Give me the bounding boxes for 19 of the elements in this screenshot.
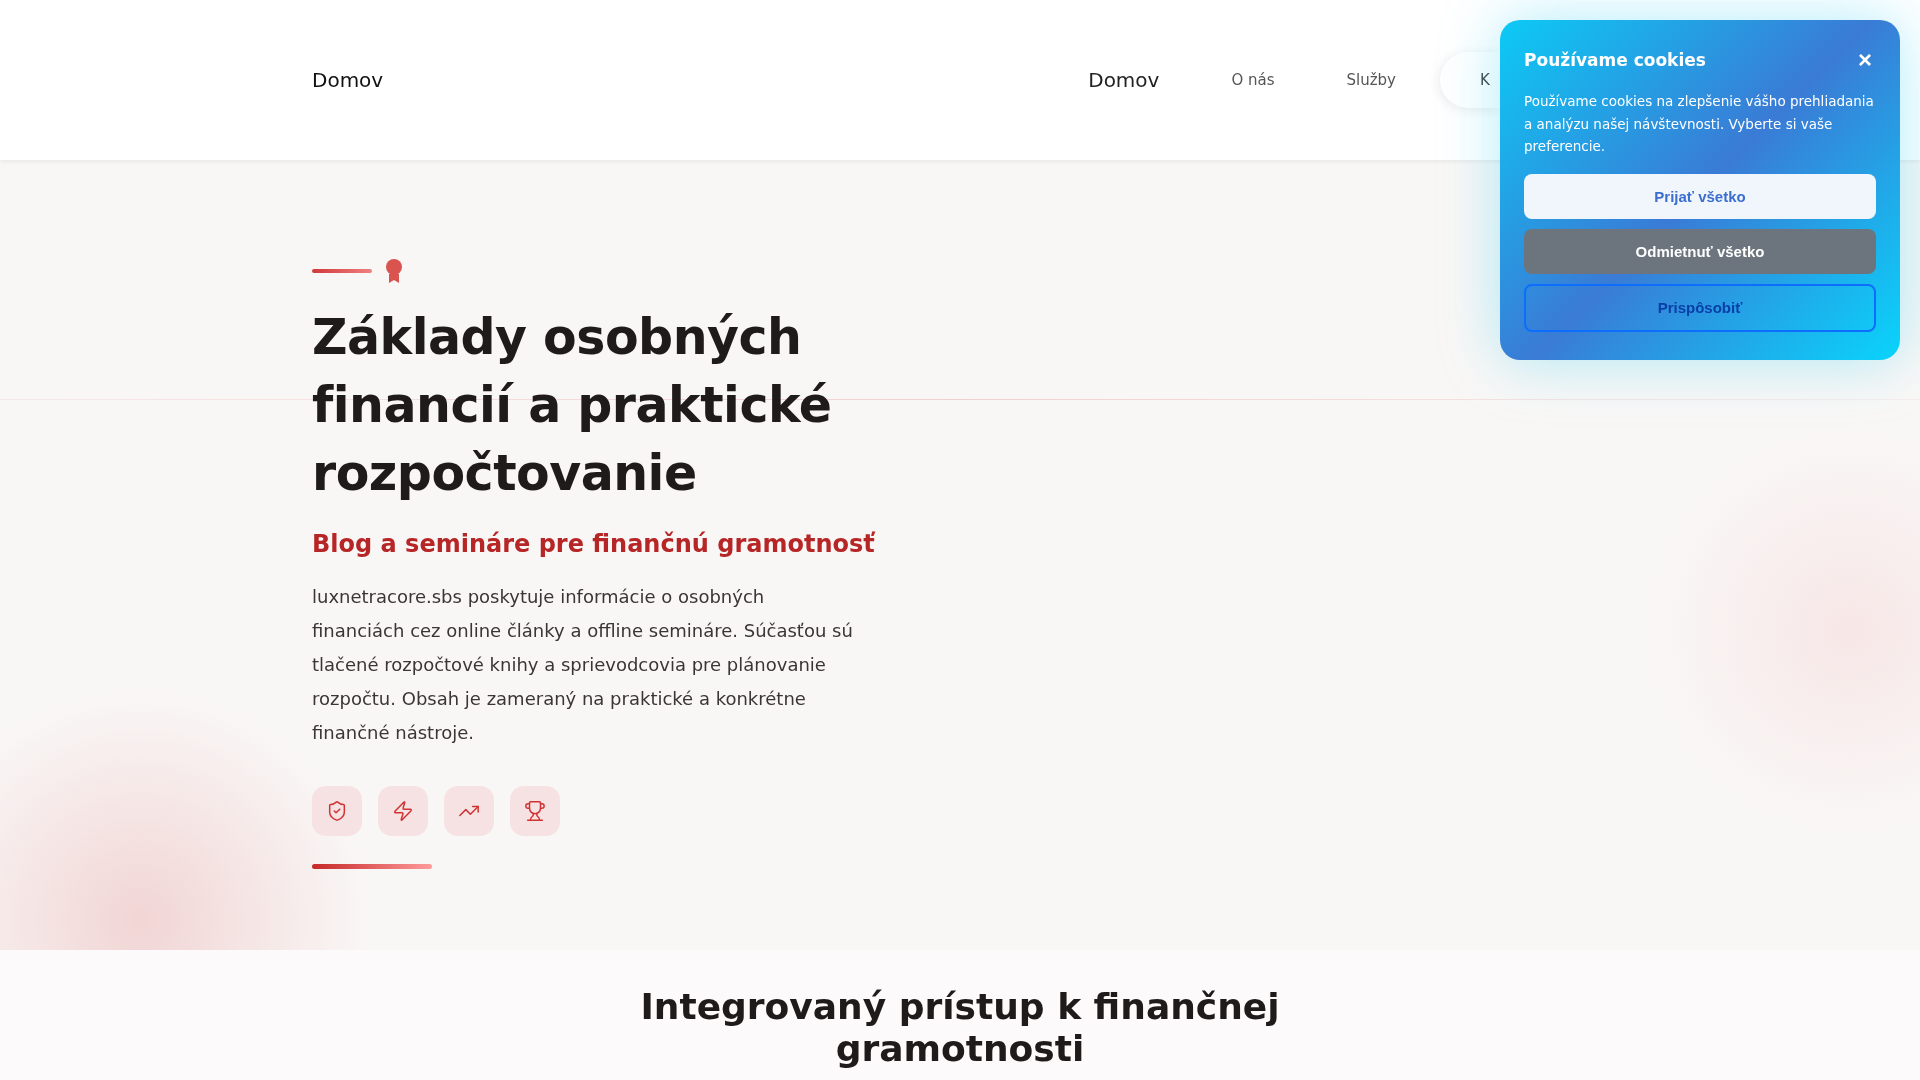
cookie-title: Používame cookies	[1524, 50, 1706, 70]
nav-link[interactable]: Domov	[1052, 68, 1196, 92]
nav-link[interactable]: O nás	[1195, 71, 1311, 89]
nav-link[interactable]: Služby	[1310, 71, 1432, 89]
award-icon	[384, 258, 404, 284]
close-button[interactable]: ×	[1854, 48, 1876, 72]
reject-button[interactable]: Odmietnuť všetko	[1524, 228, 1876, 274]
accent-line	[312, 269, 372, 273]
hero-title: Základy osobných financií a praktické rozpočtovanie	[312, 308, 833, 504]
nav-button[interactable]: K	[1440, 52, 1500, 108]
cookie-text: Používame cookies na zlepšenie vášho prehliadania a analýzu našej návštevnosti. Vyberte si vaše preferencie.	[1524, 92, 1875, 156]
hero-subtitle: Blog a semináre pre finančnú gramotnosť	[312, 530, 877, 558]
trophy-icon	[524, 800, 546, 822]
accept-button[interactable]: Prijať všetko	[1524, 173, 1876, 219]
shield-check-icon	[326, 800, 348, 822]
lightning-icon	[392, 800, 414, 822]
site-logo[interactable]: Domov	[312, 68, 384, 92]
hero-description: luxnetracore.sbs poskytuje informácie o osobných financiách cez online články a offline semináre. Súčasťou sú tlačené rozpočtové knihy a sprievodcovia pre plánovanie rozpočtu. Obsah je zameraný na praktické a konkrétne finančné nástroje.	[312, 585, 854, 745]
section-title: Integrovaný prístup k finančnej gramotnosti	[639, 986, 1281, 1071]
